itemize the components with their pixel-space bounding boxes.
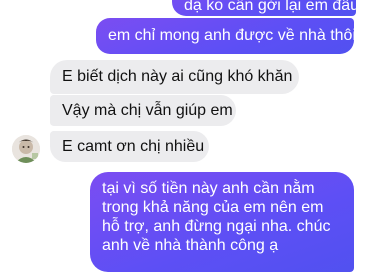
message-text: Vậy mà chị vẫn giúp em — [62, 102, 233, 119]
sent-message-bubble[interactable]: em chỉ mong anh được về nhà thôi — [96, 18, 357, 54]
message-text: E biết dịch này ai cũng khó khăn — [62, 68, 293, 85]
received-message-bubble[interactable]: Vậy mà chị vẫn giúp em — [50, 95, 236, 126]
message-text: dạ ko cần gởi lại em đâu ạ — [184, 0, 373, 14]
message-text: tại vì số tiền này anh cần nằm trong khả… — [102, 180, 331, 254]
received-message-bubble[interactable]: E camt ơn chị nhiều — [50, 131, 209, 162]
sent-message-bubble[interactable]: dạ ko cần gởi lại em đâu ạ — [172, 0, 372, 16]
sent-message-bubble[interactable]: tại vì số tiền này anh cần nằm trong khả… — [90, 172, 354, 272]
received-message-bubble[interactable]: E biết dịch này ai cũng khó khăn — [50, 60, 299, 94]
contact-avatar[interactable] — [12, 135, 40, 163]
avatar-photo-icon — [12, 135, 40, 163]
message-text: E camt ơn chị nhiều — [62, 138, 205, 155]
chat-thread: dạ ko cần gởi lại em đâu ạ em chỉ mong a… — [0, 0, 374, 272]
message-text: em chỉ mong anh được về nhà thôi — [108, 27, 357, 44]
